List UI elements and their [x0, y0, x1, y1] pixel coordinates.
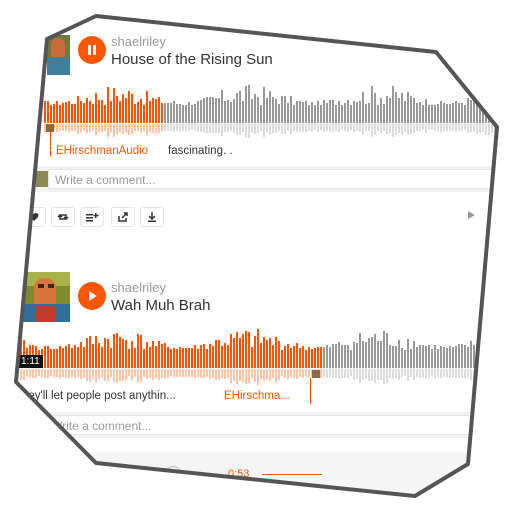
tilted-card-outline — [14, 14, 499, 498]
